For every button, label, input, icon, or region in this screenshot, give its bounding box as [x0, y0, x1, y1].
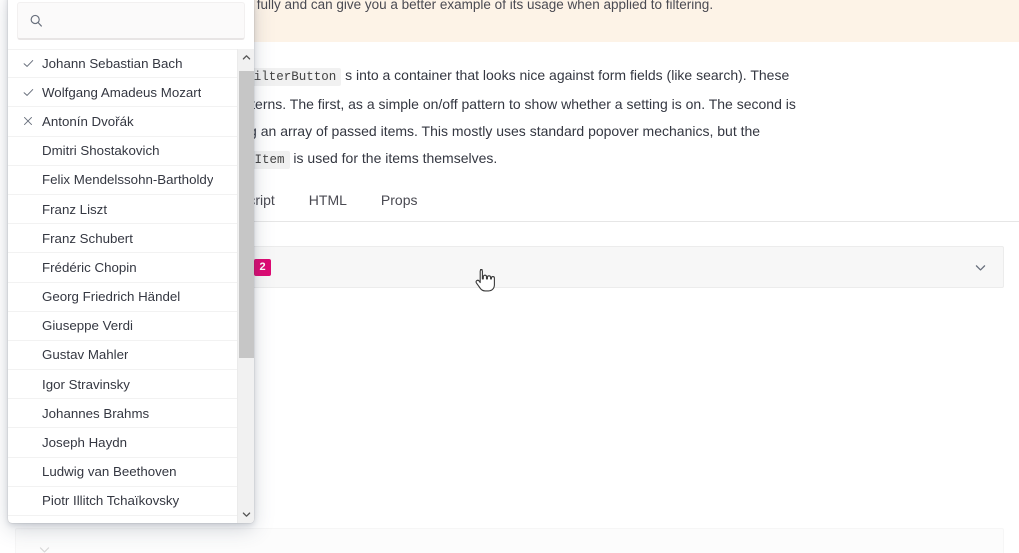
doc-text-fragment: s into a container that looks nice again…	[341, 67, 790, 83]
list-item-label: Piotr Illitch Tchaïkovsky	[42, 493, 180, 509]
cross-icon	[22, 115, 42, 127]
list-item[interactable]: Frédéric Chopin	[8, 253, 254, 283]
chevron-up-icon[interactable]	[238, 49, 254, 66]
warning-callout: and do not have much functionality on th…	[137, 0, 1019, 42]
secondary-accordion[interactable]	[15, 528, 1004, 553]
app-root: and do not have much functionality on th…	[0, 0, 1019, 553]
list-item-label: Frédéric Chopin	[42, 259, 137, 275]
status-badge: 2	[254, 258, 272, 276]
list-item-label: Felix Mendelssohn-Bartholdy	[42, 172, 214, 188]
list-item[interactable]: Igor Stravinsky	[8, 370, 254, 400]
list-item[interactable]: Ludwig van Beethoven	[8, 458, 254, 487]
tab-html[interactable]: HTML	[307, 188, 349, 218]
list-item[interactable]: Franz Schubert	[8, 224, 254, 254]
list-item-label: Antonín Dvořák	[42, 113, 134, 129]
chevron-down-icon[interactable]	[16, 543, 72, 553]
list-item[interactable]: Piotr Illitch Tchaïkovsky	[8, 487, 254, 516]
list-item-label: Dmitri Shostakovich	[42, 143, 160, 159]
list-item-label: Johann Sebastian Bach	[42, 56, 183, 72]
list-item[interactable]: Joseph Haydn	[8, 428, 254, 458]
doc-paragraph-line-1: roup to wrap EuiFilterButton s into a co…	[137, 62, 1019, 91]
list-item-label: Johannes Brahms	[42, 405, 150, 421]
list-item-label: Ludwig van Beethoven	[42, 464, 177, 480]
chevron-down-icon[interactable]	[957, 261, 1003, 274]
list-item[interactable]: Franz Liszt	[8, 195, 254, 225]
list-item-label: Franz Liszt	[42, 201, 108, 217]
doc-text-fragment: is used for the items themselves.	[289, 150, 498, 166]
list-item-label: Franz Schubert	[42, 230, 133, 246]
search-icon	[29, 13, 44, 28]
list-item[interactable]: Dmitri Shostakovich	[8, 137, 254, 166]
list-item-label: Wolfgang Amadeus Mozart	[42, 84, 202, 100]
composers-accordion[interactable]: Composers 2	[137, 246, 1004, 288]
list-item-label: Igor Stravinsky	[42, 376, 130, 392]
callout-line-2: h uses this more fully and can give you …	[154, 0, 714, 12]
list-item-label: Joseph Haydn	[42, 435, 128, 451]
doc-paragraph-line-2: in two different patterns. The first, as…	[137, 96, 796, 112]
tab-props[interactable]: Props	[379, 188, 420, 218]
list-item[interactable]: Giuseppe Verdi	[8, 312, 254, 341]
list-item-label: Gustav Mahler	[42, 347, 129, 363]
search-input[interactable]	[18, 3, 244, 38]
demo-tabs: Script HTML Props	[137, 184, 1019, 222]
list-item[interactable]: Gustav Mahler	[8, 341, 254, 371]
doc-paragraph-line-3: popover for filtering an array of passed…	[137, 123, 761, 139]
doc-paragraph-line-4: EuiFilterSelectItem is used for the item…	[137, 145, 1019, 174]
scrollbar[interactable]	[237, 49, 254, 523]
list-item[interactable]: Antonín Dvořák	[8, 107, 254, 137]
list-item-label: Georg Friedrich Händel	[42, 289, 181, 305]
list-item[interactable]: Georg Friedrich Händel	[8, 283, 254, 312]
list-item-label: Giuseppe Verdi	[42, 318, 133, 334]
doc-body: roup to wrap EuiFilterButton s into a co…	[137, 62, 1019, 174]
filter-select-popover: Johann Sebastian Bach Wolfgang Amadeus Mo…	[8, 0, 254, 523]
list-item[interactable]: Johann Sebastian Bach	[8, 49, 254, 79]
list-item[interactable]: Johannes Brahms	[8, 399, 254, 429]
check-icon	[22, 86, 42, 99]
popover-search-container	[8, 0, 254, 49]
search-field[interactable]	[17, 2, 245, 40]
chevron-down-icon[interactable]	[238, 506, 254, 523]
scrollbar-thumb[interactable]	[239, 71, 254, 358]
check-icon	[22, 57, 42, 70]
composer-list-scroll-area: Johann Sebastian Bach Wolfgang Amadeus Mo…	[8, 49, 254, 523]
list-item[interactable]: Felix Mendelssohn-Bartholdy	[8, 166, 254, 195]
list-item[interactable]: Wolfgang Amadeus Mozart	[8, 78, 254, 108]
composer-list: Johann Sebastian Bach Wolfgang Amadeus Mo…	[8, 49, 254, 516]
